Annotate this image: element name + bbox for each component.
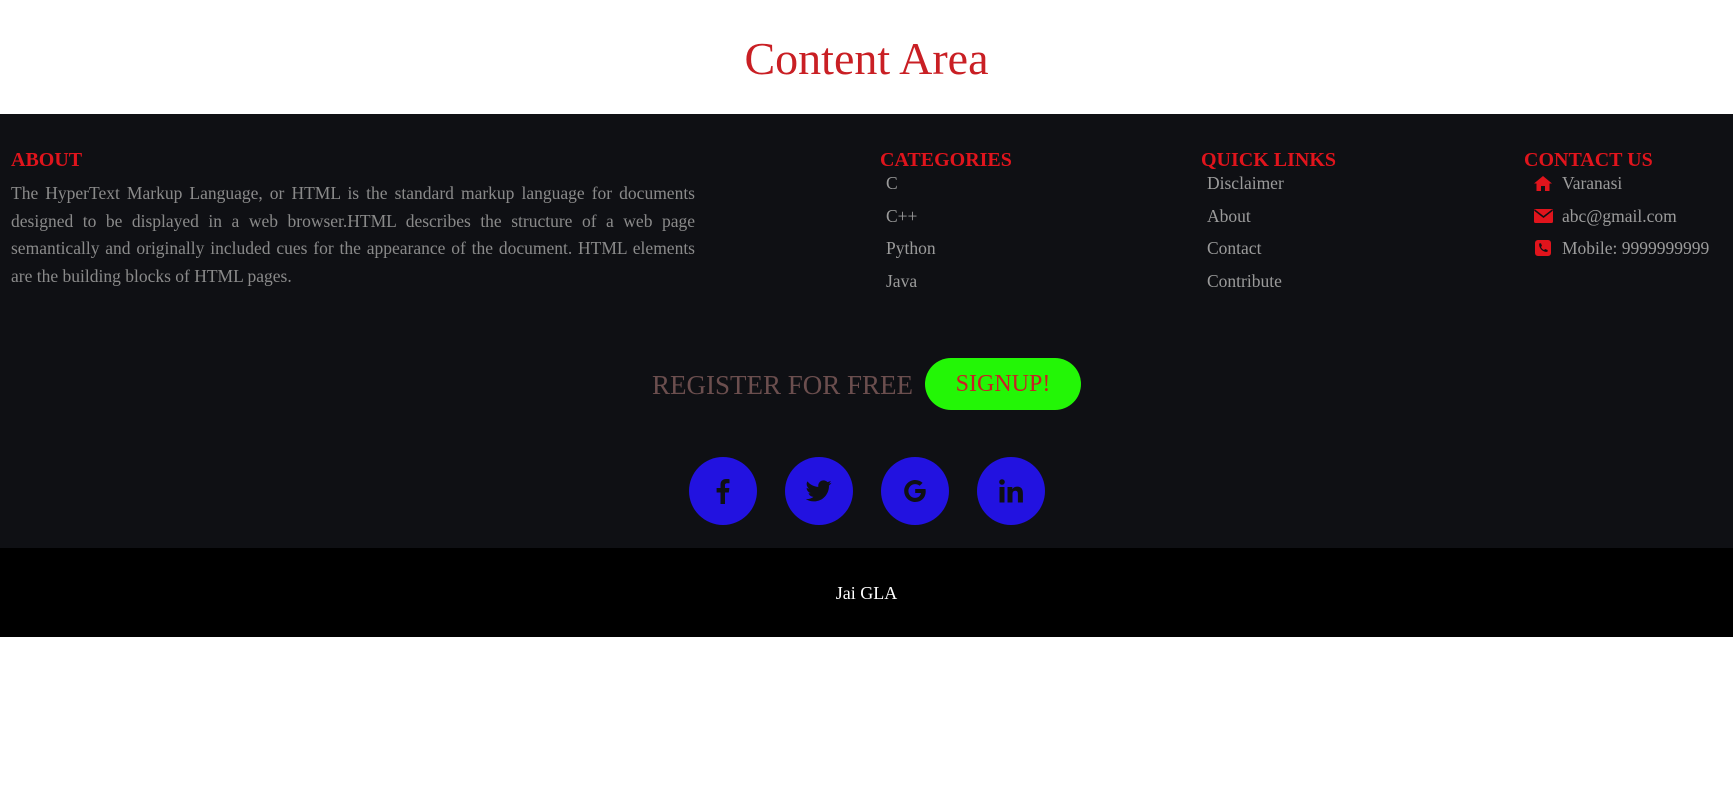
about-section: ABOUT The HyperText Markup Language, or … bbox=[11, 148, 695, 290]
quick-link-contact[interactable]: Contact bbox=[1201, 232, 1336, 265]
signup-button[interactable]: SIGNUP! bbox=[925, 358, 1082, 410]
linkedin-icon bbox=[998, 479, 1023, 503]
home-icon bbox=[1524, 175, 1562, 191]
category-link-cpp[interactable]: C++ bbox=[880, 200, 1012, 233]
contact-phone-text: Mobile: 9999999999 bbox=[1562, 238, 1710, 258]
facebook-icon bbox=[716, 479, 729, 504]
quick-link-contribute[interactable]: Contribute bbox=[1201, 265, 1336, 298]
category-link-python[interactable]: Python bbox=[880, 232, 1012, 265]
categories-heading: CATEGORIES bbox=[880, 149, 1012, 171]
quick-link-about[interactable]: About bbox=[1201, 200, 1336, 233]
quick-links-section: QUICK LINKS Disclaimer About Contact Con… bbox=[1201, 148, 1336, 297]
social-links bbox=[0, 457, 1733, 525]
google-link[interactable] bbox=[880, 457, 949, 525]
contact-section: CONTACT US Varanasi abc@gmail.com Mobile… bbox=[1524, 148, 1709, 265]
facebook-link[interactable] bbox=[688, 457, 757, 525]
about-text: The HyperText Markup Language, or HTML i… bbox=[11, 183, 695, 286]
twitter-link[interactable] bbox=[784, 457, 853, 525]
about-heading: ABOUT bbox=[11, 149, 83, 171]
bottom-text: Jai GLA bbox=[835, 583, 898, 603]
linkedin-link[interactable] bbox=[976, 457, 1045, 525]
contact-item-email: abc@gmail.com bbox=[1524, 200, 1709, 233]
register-text: REGISTER FOR FREE bbox=[651, 369, 914, 400]
content-area: Content Area bbox=[0, 0, 1733, 114]
categories-list: C C++ Python Java bbox=[880, 167, 1012, 297]
contact-list: Varanasi abc@gmail.com Mobile: 999999999… bbox=[1524, 167, 1709, 265]
envelope-icon bbox=[1524, 208, 1562, 223]
categories-section: CATEGORIES C C++ Python Java bbox=[880, 148, 1012, 297]
contact-location-text: Varanasi bbox=[1562, 173, 1623, 193]
phone-icon bbox=[1524, 240, 1562, 257]
contact-item-phone: Mobile: 9999999999 bbox=[1524, 232, 1709, 265]
footer: ABOUT The HyperText Markup Language, or … bbox=[0, 114, 1733, 548]
content-title: Content Area bbox=[744, 32, 989, 84]
twitter-icon bbox=[805, 480, 832, 502]
category-link-java[interactable]: Java bbox=[880, 265, 1012, 298]
quick-links-list: Disclaimer About Contact Contribute bbox=[1201, 167, 1336, 297]
contact-email-text[interactable]: abc@gmail.com bbox=[1562, 200, 1677, 233]
register-section: REGISTER FOR FREE SIGNUP! bbox=[0, 358, 1733, 410]
google-icon bbox=[903, 480, 926, 502]
bottom-bar: Jai GLA bbox=[0, 548, 1733, 637]
